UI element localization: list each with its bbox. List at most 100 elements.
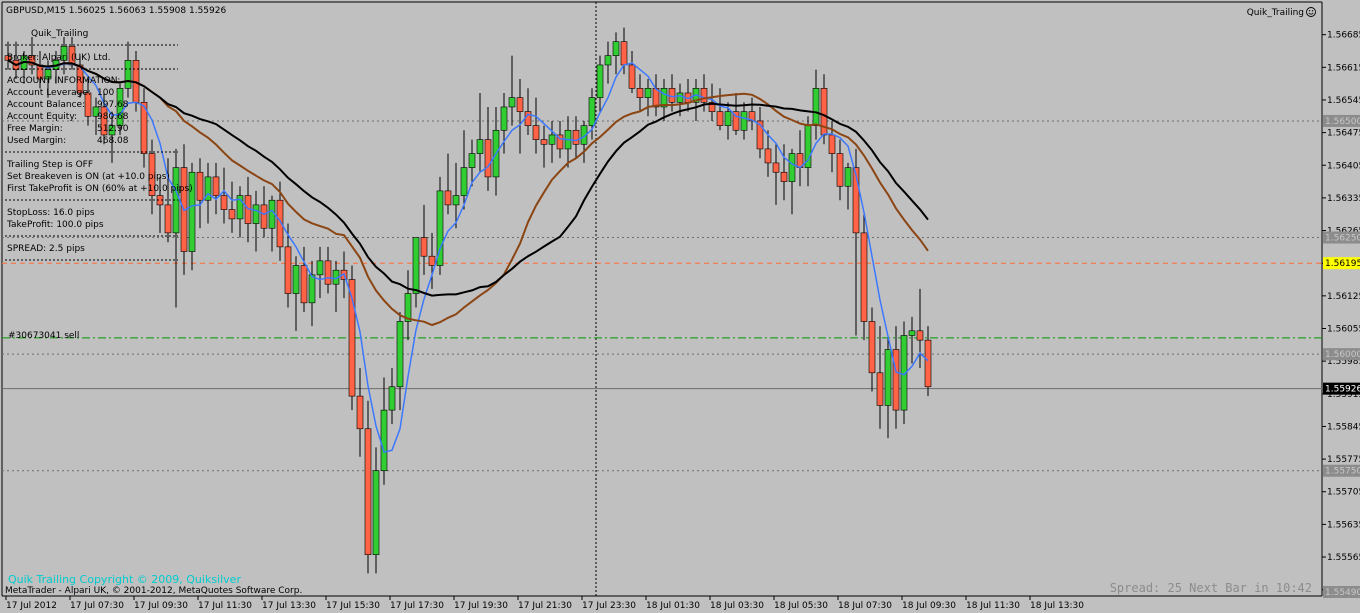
y-tick-label: 1.55705 [1327, 488, 1360, 498]
balance-label: Account Balance: [7, 100, 85, 110]
y-tick-label: 1.55775 [1327, 455, 1360, 465]
x-tick-label: 17 Jul 15:30 [326, 601, 380, 611]
candle-bear [916, 330, 924, 341]
x-tick-label: 18 Jul 13:30 [1030, 601, 1084, 611]
price-box-label: 1.56250 [1325, 234, 1360, 244]
candle-bull [316, 260, 324, 276]
spread-line: SPREAD: 2.5 pips [7, 244, 85, 254]
candle-bear [924, 339, 932, 388]
x-tick-label: 18 Jul 11:30 [966, 601, 1020, 611]
candle-bear [364, 428, 372, 555]
x-tick-label: 17 Jul 13:30 [262, 601, 316, 611]
candle-bull [452, 195, 460, 206]
candle-bull [252, 204, 260, 224]
x-tick-label: 18 Jul 01:30 [646, 601, 700, 611]
price-box-label: 1.56000 [1325, 350, 1360, 360]
y-tick-label: 1.56685 [1327, 31, 1360, 41]
candle-bear [164, 204, 172, 234]
mt-copyright: MetaTrader - Alpari UK, © 2001-2012, Met… [5, 586, 302, 596]
candle-bull [596, 64, 604, 98]
x-tick-label: 17 Jul 07:30 [70, 601, 124, 611]
y-tick-label: 1.56405 [1327, 161, 1360, 171]
candle-bear [860, 232, 868, 322]
x-tick-label: 17 Jul 2012 [6, 601, 57, 611]
candle-bear [628, 64, 636, 89]
symbol-header: GBPUSD,M15 1.56025 1.56063 1.55908 1.559… [6, 6, 226, 16]
candle-bear [212, 176, 220, 196]
candle-bear [444, 190, 452, 206]
x-tick-label: 17 Jul 17:30 [390, 601, 444, 611]
y-tick-label: 1.56125 [1327, 292, 1360, 302]
candle-bull [396, 321, 404, 388]
leverage-label: Account Leverage: [7, 88, 91, 98]
candle-bull [724, 111, 732, 126]
x-tick-label: 18 Jul 09:30 [902, 601, 956, 611]
candle-bear [780, 171, 788, 182]
candle-bull [460, 167, 468, 196]
spread-next-bar: Spread: 25 Next Bar in 10:42 [1110, 581, 1312, 595]
candle-bull [124, 60, 132, 89]
broker-line: Broker: Alpari (UK) Ltd. [7, 53, 110, 63]
free-margin-label: Free Margin: [7, 124, 63, 134]
panel-title: Quik_Trailing [31, 29, 88, 39]
candle-bear [220, 195, 228, 210]
candle-bear [324, 260, 332, 285]
candle-bull [388, 386, 396, 411]
candle-bull [588, 97, 596, 126]
x-tick-label: 18 Jul 03:30 [710, 601, 764, 611]
candle-bull [292, 265, 300, 294]
candle-bull [372, 470, 380, 555]
candle-bear [196, 171, 204, 201]
candle-bear [876, 372, 884, 406]
candle-bull [380, 409, 388, 472]
candle-bull [844, 167, 852, 187]
candle-bull [468, 153, 476, 168]
price-chart[interactable]: 1.56685 1.56615 1.56545 1.56475 1.56405 1.563… [0, 0, 1360, 613]
account-header: ACCOUNT INFORMATION: [7, 76, 120, 86]
candle-bull [644, 87, 652, 98]
x-tick-label: 17 Jul 11:30 [198, 601, 252, 611]
candle-bear [772, 162, 780, 173]
equity-label: Account Equity: [7, 112, 77, 122]
candle-bull [908, 330, 916, 336]
candle-bear [620, 41, 628, 66]
candle-bear [572, 129, 580, 145]
equity-value: 980.68 [97, 112, 129, 122]
candle-bear [836, 153, 844, 187]
ea-copyright: Quik Trailing Copyright © 2009, Quiksilv… [8, 573, 241, 586]
candle-bear [284, 246, 292, 294]
x-tick-label: 17 Jul 09:30 [134, 601, 188, 611]
candle-bull [412, 237, 420, 294]
price-box-label: 1.55926 [1325, 385, 1360, 395]
used-margin-value: 468.08 [97, 136, 129, 146]
candle-bull [308, 274, 316, 304]
candle-bull [812, 87, 820, 126]
y-tick-label: 1.55565 [1327, 553, 1360, 563]
x-tick-label: 18 Jul 07:30 [838, 601, 892, 611]
candle-bear [260, 204, 268, 229]
x-tick-label: 18 Jul 05:30 [774, 601, 828, 611]
candle-bear [716, 111, 724, 126]
x-tick-label: 17 Jul 23:30 [582, 601, 636, 611]
price-box-label: 1.55490 [1325, 588, 1360, 598]
candle-bear [228, 209, 236, 220]
candle-bear [868, 321, 876, 374]
candle-bear [300, 265, 308, 304]
candle-bear [636, 87, 644, 98]
candle-bear [516, 97, 524, 112]
chart-window: 1.56685 1.56615 1.56545 1.56475 1.56405 1.563… [0, 0, 1360, 613]
y-tick-label: 1.56545 [1327, 96, 1360, 106]
candle-bear [484, 139, 492, 178]
candle-bull [476, 139, 484, 154]
stoploss-line: StopLoss: 16.0 pips [7, 208, 95, 218]
candle-bull [612, 41, 620, 56]
candle-bear [420, 237, 428, 257]
y-tick-label: 1.56335 [1327, 194, 1360, 204]
candle-bull [508, 97, 516, 108]
price-box-label: 1.56195 [1325, 259, 1360, 269]
leverage-value: 100 [97, 88, 114, 98]
candle-bear [356, 395, 364, 430]
breakeven-line: Set Breakeven is ON (at +10.0 pips) [7, 172, 170, 182]
candle-bear [540, 139, 548, 145]
candle-bear [892, 349, 900, 411]
